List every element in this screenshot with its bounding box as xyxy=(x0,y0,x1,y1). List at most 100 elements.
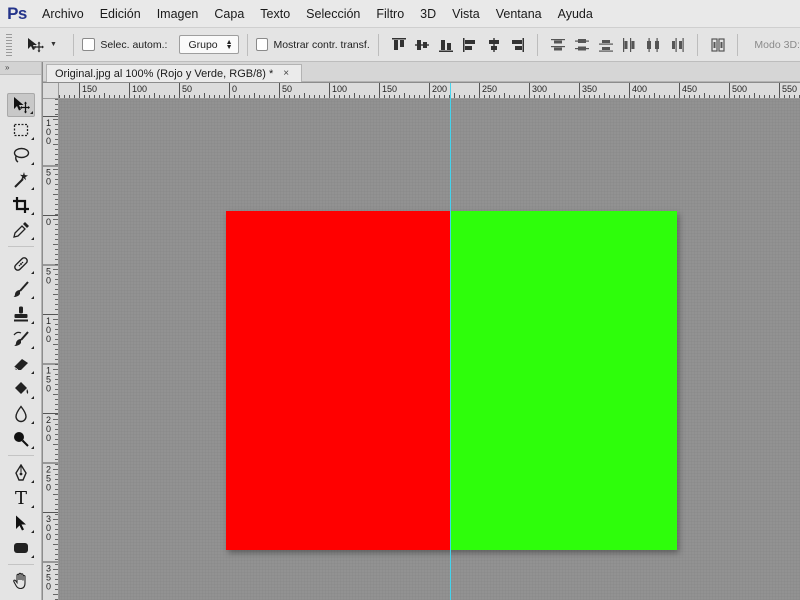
distribute-vcenter-button[interactable] xyxy=(571,34,593,56)
auto-align-layers-button[interactable] xyxy=(707,34,729,56)
align-hcenter-icon xyxy=(488,37,499,52)
align-vertical-centers-button[interactable] xyxy=(411,34,433,56)
auto-align-icon xyxy=(710,37,725,52)
vertical-ruler[interactable]: 100 50 0 50 100 150 200 250 300 350 xyxy=(43,99,59,600)
red-half xyxy=(226,211,451,550)
tool-preset-picker[interactable]: ▼ xyxy=(26,37,66,53)
ruler-left-label: 350 xyxy=(46,564,51,592)
menu-edicion[interactable]: Edición xyxy=(92,0,149,28)
close-icon[interactable]: × xyxy=(283,68,289,79)
document-tab-title: Original.jpg al 100% (Rojo y Verde, RGB/… xyxy=(55,67,274,80)
menu-archivo[interactable]: Archivo xyxy=(34,0,92,28)
marquee-tool-button[interactable] xyxy=(7,118,35,142)
distribute-top-button[interactable] xyxy=(547,34,569,56)
show-transform-checkbox[interactable] xyxy=(255,38,269,51)
menu-bar: Ps Archivo Edición Imagen Capa Texto Sel… xyxy=(0,0,800,28)
guide-marker-top xyxy=(450,83,451,100)
magic-wand-icon xyxy=(14,172,28,188)
show-transform-label: Mostrar contr. transf. xyxy=(273,38,370,51)
align-bottom-icon xyxy=(439,39,454,52)
distribute-bottom-button[interactable] xyxy=(595,34,617,56)
distribute-bottom-icon xyxy=(598,39,613,52)
align-left-icon xyxy=(462,37,475,52)
ruler-top-label: 150 xyxy=(82,84,97,94)
hand-icon xyxy=(13,572,26,590)
distribute-vcenter-icon xyxy=(574,38,589,50)
options-grip[interactable] xyxy=(6,33,12,56)
menu-ayuda[interactable]: Ayuda xyxy=(550,0,601,28)
crop-icon xyxy=(13,197,29,213)
menu-3d[interactable]: 3D xyxy=(412,0,444,28)
distribute-right-button[interactable] xyxy=(666,34,688,56)
distribute-left-button[interactable] xyxy=(618,34,640,56)
vertical-guide[interactable] xyxy=(450,100,451,600)
align-top-edges-button[interactable] xyxy=(388,34,410,56)
rect-marquee-icon xyxy=(13,123,29,137)
align-left-edges-button[interactable] xyxy=(459,34,481,56)
pen-tool-button[interactable] xyxy=(7,461,35,485)
bandage-icon xyxy=(14,257,28,271)
distribute-left-icon xyxy=(623,37,635,52)
menu-texto[interactable]: Texto xyxy=(252,0,298,28)
app-logo: Ps xyxy=(7,3,27,23)
document-tab-bar: Original.jpg al 100% (Rojo y Verde, RGB/… xyxy=(43,62,800,82)
horizontal-ruler-ticks: 150 100 50 0 50 100 150 200 250 300 350 400 450 500 55… xyxy=(59,83,800,98)
menu-capa[interactable]: Capa xyxy=(206,0,252,28)
crop-tool-button[interactable] xyxy=(7,193,35,217)
ruler-left-label: 100 xyxy=(46,316,51,344)
ruler-left-label: 50 xyxy=(46,267,51,286)
dodge-tool-button[interactable] xyxy=(7,427,35,451)
align-bottom-edges-button[interactable] xyxy=(435,34,457,56)
ruler-top-label: 150 xyxy=(382,84,397,94)
paint-bucket-tool-button[interactable] xyxy=(7,377,35,401)
ruler-left-label: 0 xyxy=(46,217,51,227)
menu-imagen[interactable]: Imagen xyxy=(149,0,207,28)
auto-select-target-select[interactable]: Grupo ▲ ▼ xyxy=(179,35,239,54)
menu-ventana[interactable]: Ventana xyxy=(488,0,550,28)
eraser-tool-button[interactable] xyxy=(7,352,35,376)
ruler-top-label: 50 xyxy=(182,84,192,94)
ruler-left-label: 250 xyxy=(46,465,51,493)
document-canvas[interactable] xyxy=(226,211,677,550)
move-tool-button[interactable] xyxy=(7,93,35,117)
align-right-edges-button[interactable] xyxy=(506,34,528,56)
quick-select-tool-button[interactable] xyxy=(7,168,35,192)
align-horizontal-centers-button[interactable] xyxy=(483,34,505,56)
ruler-left-label: 300 xyxy=(46,514,51,542)
blur-tool-button[interactable] xyxy=(7,402,35,426)
history-brush-icon xyxy=(13,331,29,346)
drop-icon xyxy=(15,405,27,423)
menu-seleccion[interactable]: Selección xyxy=(298,0,368,28)
auto-select-checkbox[interactable] xyxy=(82,38,96,51)
auto-select-target-value: Grupo xyxy=(188,38,218,51)
distribute-top-icon xyxy=(551,38,566,50)
distribute-hcenter-button[interactable] xyxy=(642,34,664,56)
pen-icon xyxy=(15,464,27,481)
auto-select-label: Selec. autom.: xyxy=(100,38,168,51)
canvas-area[interactable] xyxy=(60,100,800,600)
distribute-hcenter-icon xyxy=(647,37,660,52)
type-tool-button[interactable]: T xyxy=(7,486,35,510)
document-tab[interactable]: Original.jpg al 100% (Rojo y Verde, RGB/… xyxy=(46,64,302,82)
brush-tool-button[interactable] xyxy=(7,277,35,301)
shape-tool-button[interactable] xyxy=(7,536,35,560)
path-select-tool-button[interactable] xyxy=(7,511,35,535)
history-brush-tool-button[interactable] xyxy=(7,327,35,351)
mode-3d-label: Modo 3D: xyxy=(754,38,800,51)
ruler-top-label: 400 xyxy=(632,84,647,94)
eyedropper-tool-button[interactable] xyxy=(7,218,35,242)
lasso-tool-button[interactable] xyxy=(7,143,35,167)
align-vcenter-icon xyxy=(415,39,430,50)
healing-tool-button[interactable] xyxy=(7,252,35,276)
ruler-origin[interactable] xyxy=(43,83,59,99)
menu-vista[interactable]: Vista xyxy=(444,0,488,28)
menu-filtro[interactable]: Filtro xyxy=(368,0,412,28)
move-icon xyxy=(27,37,44,52)
ruler-top-label: 500 xyxy=(732,84,747,94)
tools-panel-collapse[interactable]: » xyxy=(0,62,41,75)
ruler-top-label: 100 xyxy=(332,84,347,94)
horizontal-ruler[interactable]: 150 100 50 0 50 100 150 200 250 300 350 400 450 500 55… xyxy=(59,83,800,99)
stamp-tool-button[interactable] xyxy=(7,302,35,326)
hand-tool-button[interactable] xyxy=(7,569,35,593)
chevron-down-icon: ▼ xyxy=(49,41,57,48)
